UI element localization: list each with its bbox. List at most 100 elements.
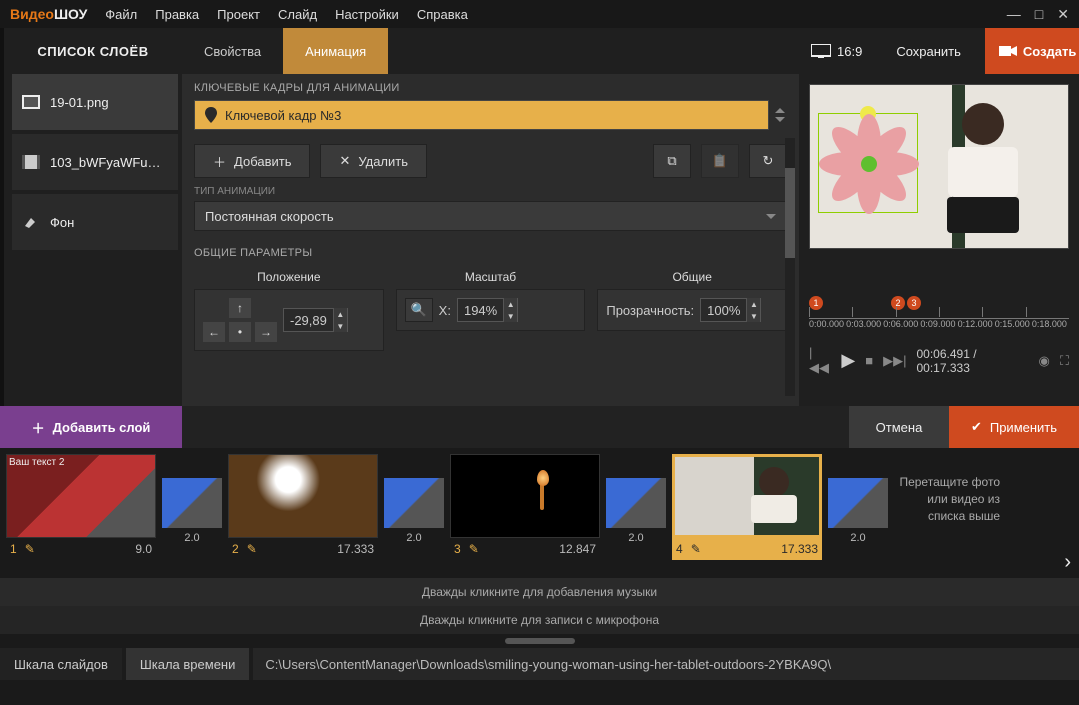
clip-index: 3	[454, 542, 461, 556]
x-icon: ✕	[339, 153, 350, 169]
transition-icon	[606, 478, 666, 528]
opacity-value[interactable]: 100%▲▼	[700, 298, 761, 322]
stop-button[interactable]: ■	[865, 353, 873, 368]
opacity-label: Прозрачность:	[606, 303, 694, 318]
clip-3[interactable]: 3 ✎ 12.847	[450, 454, 600, 560]
clip-duration: 12.847	[559, 542, 596, 556]
center-dot-icon[interactable]: •	[229, 322, 251, 342]
editor-scrollbar[interactable]	[785, 138, 795, 396]
clip-index: 1	[10, 542, 17, 556]
cancel-button[interactable]: Отмена	[849, 406, 949, 448]
aspect-label: 16:9	[837, 44, 862, 59]
arrow-up-icon[interactable]: ↑	[229, 298, 251, 318]
transition-icon	[384, 478, 444, 528]
add-keyframe-button[interactable]: ＋Добавить	[194, 144, 310, 178]
animtype-dropdown[interactable]: Постоянная скорость	[194, 201, 787, 231]
ruler-label: 0:03.000	[846, 319, 883, 329]
paint-icon	[22, 213, 40, 231]
action-row: ＋ Добавить слой Отмена ✔ Применить	[0, 406, 1079, 448]
tab-animation[interactable]: Анимация	[283, 28, 388, 74]
reset-button[interactable]: ↻	[749, 144, 787, 178]
menu-slide[interactable]: Слайд	[278, 7, 317, 22]
fullscreen-icon[interactable]: ⛶	[1060, 353, 1069, 369]
keyframe-label: Ключевой кадр №3	[225, 108, 341, 123]
music-track[interactable]: Дважды кликните для добавления музыки	[0, 578, 1079, 606]
animtype-label: ТИП АНИМАЦИИ	[182, 184, 799, 199]
ruler-label: 0:18.000	[1032, 319, 1069, 329]
clip-text: Ваш текст 2	[9, 457, 64, 468]
play-button[interactable]: ▶	[841, 350, 855, 371]
tab-slides-scale[interactable]: Шкала слайдов	[0, 648, 122, 680]
selection-box[interactable]	[818, 113, 918, 213]
horizontal-scrollbar[interactable]	[0, 634, 1079, 648]
menu-settings[interactable]: Настройки	[335, 7, 399, 22]
transition-3[interactable]: 2.0	[606, 454, 666, 544]
refresh-icon: ↻	[763, 153, 774, 169]
clip-4[interactable]: 4✎17.333	[672, 454, 822, 560]
scale-x-value[interactable]: 194%▲▼	[457, 298, 518, 322]
mic-track[interactable]: Дважды кликните для записи с микрофона	[0, 606, 1079, 634]
ruler-label: 0:15.000	[995, 319, 1032, 329]
clip-index: 4	[676, 542, 683, 556]
tab-timeline-scale[interactable]: Шкала времени	[126, 648, 250, 680]
transition-4[interactable]: 2.0	[828, 454, 888, 544]
layer-item-image[interactable]: 19-01.png	[12, 74, 178, 130]
menu-help[interactable]: Справка	[417, 7, 468, 22]
keyframe-stepper[interactable]	[775, 103, 787, 127]
next-button[interactable]: ▶▶|	[883, 353, 906, 369]
monitor-icon	[811, 44, 831, 58]
save-button[interactable]: Сохранить	[882, 28, 975, 74]
scale-header: Масштаб	[396, 265, 586, 289]
layer-item-video[interactable]: 103_bWFyaWFuYT...	[12, 134, 178, 190]
transition-2[interactable]: 2.0	[384, 454, 444, 544]
clip-1[interactable]: Ваш текст 2 1✎9.0	[6, 454, 156, 560]
edit-icon[interactable]: ✎	[691, 542, 701, 556]
zoom-icon[interactable]: 🔍	[405, 298, 433, 322]
add-layer-button[interactable]: ＋ Добавить слой	[0, 406, 182, 448]
edit-icon[interactable]: ✎	[247, 542, 257, 556]
add-layer-label: Добавить слой	[53, 420, 151, 435]
image-icon	[22, 93, 40, 111]
minimize-icon[interactable]: —	[1007, 6, 1021, 23]
transition-1[interactable]: 2.0	[162, 454, 222, 544]
menu-project[interactable]: Проект	[217, 7, 260, 22]
app-logo: ВидеоШОУ	[10, 6, 87, 22]
layers-panel: СПИСОК СЛОЁВ 19-01.png 103_bWFyaWFuYT...…	[0, 28, 182, 406]
layer-item-bg[interactable]: Фон	[12, 194, 178, 250]
layer-label: 19-01.png	[50, 95, 109, 110]
create-button[interactable]: Создать	[985, 28, 1079, 74]
layers-title: СПИСОК СЛОЁВ	[4, 28, 182, 74]
aspect-ratio-button[interactable]: 16:9	[811, 44, 862, 59]
filmstrip: Ваш текст 2 1✎9.0 2.0 2✎17.333 2.0 3✎12.…	[0, 448, 1079, 578]
animtype-value: Постоянная скорость	[205, 209, 334, 224]
delete-keyframe-button[interactable]: ✕ Удалить	[320, 144, 427, 178]
position-value[interactable]: -29,89▲▼	[283, 308, 348, 332]
film-icon	[22, 153, 40, 171]
apply-button[interactable]: ✔ Применить	[949, 406, 1079, 448]
prev-button[interactable]: |◀◀	[809, 345, 831, 376]
maximize-icon[interactable]: □	[1035, 6, 1043, 23]
edit-icon[interactable]: ✎	[25, 542, 35, 556]
keyframe-dropdown[interactable]: Ключевой кадр №3	[194, 100, 769, 130]
arrow-right-icon[interactable]: →	[255, 322, 277, 342]
menu-edit[interactable]: Правка	[155, 7, 199, 22]
transition-icon	[828, 478, 888, 528]
position-pad[interactable]: ↑ ←•→	[203, 298, 277, 342]
preview-canvas[interactable]	[809, 84, 1069, 249]
close-icon[interactable]: ✕	[1057, 6, 1069, 23]
preview-timeline[interactable]: 1 2 3 0:00.000 0:03.000 0:06.000 0:09.00…	[809, 307, 1069, 339]
ruler-label: 0:12.000	[958, 319, 995, 329]
arrow-left-icon[interactable]: ←	[203, 322, 225, 342]
preview-panel: 16:9 Сохранить Создать	[799, 28, 1079, 406]
clip-2[interactable]: 2✎17.333	[228, 454, 378, 560]
tab-properties[interactable]: Свойства	[182, 28, 283, 74]
snapshot-icon[interactable]: ◉	[1039, 353, 1050, 369]
apply-label: Применить	[990, 420, 1057, 435]
edit-icon[interactable]: ✎	[469, 542, 479, 556]
copy-button[interactable]: ⧉	[653, 144, 691, 178]
menu-file[interactable]: Файл	[105, 7, 137, 22]
paste-button[interactable]: 📋	[701, 144, 739, 178]
chevron-right-icon[interactable]: ›	[1064, 551, 1071, 574]
del-kf-label: Удалить	[358, 154, 408, 169]
trans-dur: 2.0	[406, 528, 421, 544]
